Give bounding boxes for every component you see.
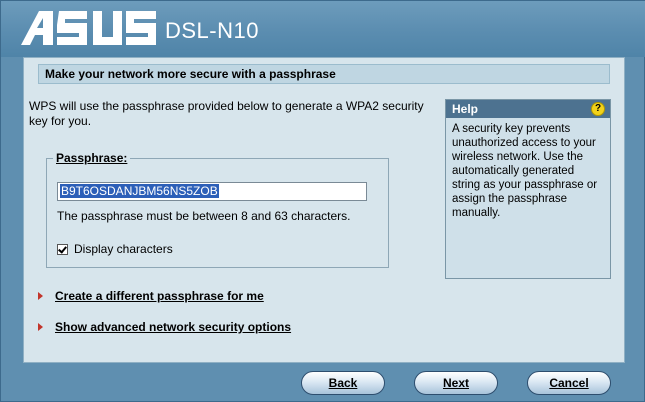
display-characters-row[interactable]: Display characters	[57, 242, 173, 256]
help-text: A security key prevents unauthorized acc…	[452, 123, 598, 219]
different-passphrase-label: Create a different passphrase for me	[55, 289, 264, 303]
cancel-button[interactable]: Cancel	[527, 371, 611, 395]
display-characters-checkbox[interactable]	[57, 243, 68, 255]
help-panel: Help ? A security key prevents unauthori…	[445, 99, 611, 279]
content-panel: Make your network more secure with a pas…	[23, 57, 625, 363]
arrow-right-icon	[38, 292, 43, 300]
next-button[interactable]: Next	[414, 371, 498, 395]
different-passphrase-link[interactable]: Create a different passphrase for me	[38, 289, 264, 303]
help-header: Help ?	[446, 100, 610, 118]
passphrase-group: Passphrase: B9T6OSDANJBM56NS5ZOB The pas…	[46, 151, 389, 268]
advanced-options-link[interactable]: Show advanced network security options	[38, 320, 291, 334]
passphrase-length-note: The passphrase must be between 8 and 63 …	[57, 209, 351, 223]
passphrase-input[interactable]: B9T6OSDANJBM56NS5ZOB	[57, 182, 367, 201]
asus-logo	[21, 11, 156, 45]
model-name: DSL-N10	[165, 18, 259, 43]
arrow-right-icon	[38, 323, 43, 331]
advanced-options-label: Show advanced network security options	[55, 320, 292, 334]
help-question-icon[interactable]: ?	[591, 102, 605, 116]
help-title: Help	[452, 102, 479, 116]
back-button[interactable]: Back	[301, 371, 385, 395]
header-bar: DSL-N10	[1, 1, 645, 57]
passphrase-group-label: Passphrase:	[53, 151, 131, 165]
page-title: Make your network more secure with a pas…	[38, 64, 610, 84]
passphrase-label-text: Passphrase:	[56, 151, 128, 165]
passphrase-value: B9T6OSDANJBM56NS5ZOB	[60, 184, 219, 198]
intro-text: WPS will use the passphrase provided bel…	[29, 99, 424, 128]
wizard-window: DSL-N10 Make your network more secure wi…	[0, 0, 645, 402]
display-characters-label: Display characters	[74, 242, 173, 256]
